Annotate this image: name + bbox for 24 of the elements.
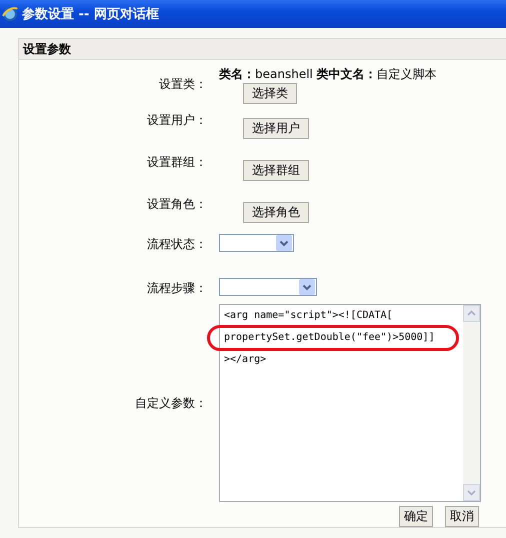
select-button[interactable]: 选择类 [243,83,297,104]
dialog-button[interactable]: 取消 [445,506,479,527]
select-button[interactable]: 选择群组 [243,160,309,181]
dropdown-field[interactable] [219,278,317,296]
field-label: 流程步骤： [147,280,207,297]
class-info: 类名：beanshell 类中文名：自定义脚本 [219,66,437,83]
dropdown-field[interactable] [219,234,294,252]
dialog-button[interactable]: 确定 [399,506,433,527]
field-label: 流程状态： [147,236,207,253]
code-line: ></arg> [224,353,266,367]
select-button[interactable]: 选择用户 [243,118,309,139]
panel-title: 设置参数 [19,39,506,60]
code-line: propertySet.getDouble("fee")>5000]] [224,331,435,345]
field-label: 自定义参数： [135,394,207,412]
field-label: 设置角色： [147,196,207,213]
scroll-up-icon[interactable] [463,305,480,322]
field-label: 设置类： [159,76,207,93]
scroll-down-icon[interactable] [463,484,480,501]
select-button[interactable]: 选择角色 [243,202,309,223]
field-label: 设置群组： [147,154,207,171]
browser-icon [2,6,18,22]
window-title: 参数设置 -- 网页对话框 [22,6,159,23]
field-label: 设置用户： [147,112,207,129]
code-line: <arg name="script"><![CDATA[ [224,309,393,323]
